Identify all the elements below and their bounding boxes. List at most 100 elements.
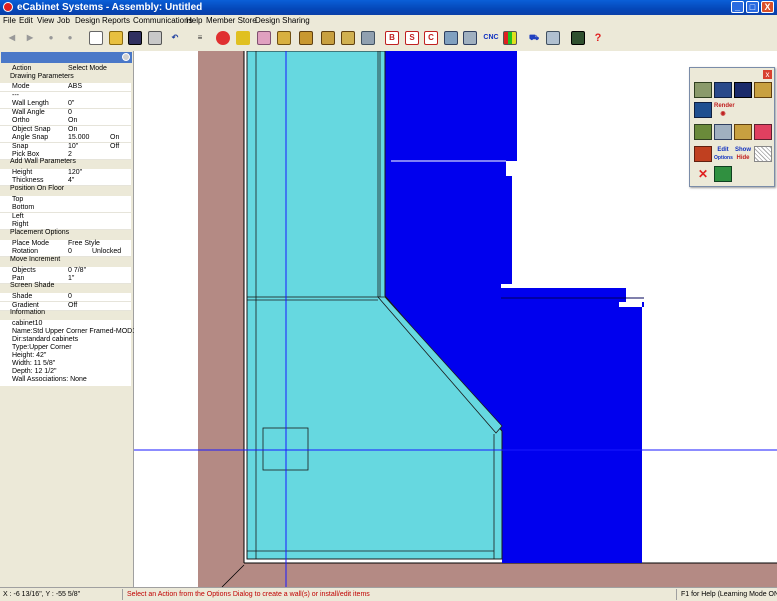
cursor-coordinates: X : -6 13/16", Y : -55 5/8" — [3, 591, 81, 598]
delete-icon[interactable]: ✕ — [694, 166, 712, 182]
render-icon[interactable] — [571, 31, 585, 45]
bottom-row[interactable]: Bottom — [0, 204, 131, 213]
show-hide-icon[interactable]: Show Hide — [734, 146, 752, 162]
help-status: F1 for Help (Learning Mode ON) — [681, 591, 777, 598]
image-icon[interactable] — [734, 124, 752, 140]
back-icon[interactable]: ◀ — [5, 31, 19, 45]
report-s-icon[interactable]: S — [405, 31, 419, 45]
material-icon[interactable] — [754, 124, 772, 140]
report-c-icon[interactable]: C — [424, 31, 438, 45]
layer-icon[interactable] — [277, 31, 291, 45]
screen-shade-header: Screen Shade — [10, 282, 55, 289]
floor-plan-drawing[interactable] — [134, 51, 777, 587]
pin-icon[interactable] — [122, 53, 130, 61]
export-icon[interactable] — [444, 31, 458, 45]
cabinet-wide-icon[interactable] — [734, 82, 752, 98]
status-separator — [676, 589, 677, 600]
info-line: Type:Upper Corner — [12, 344, 72, 351]
bottom-wall — [198, 563, 777, 587]
status-separator — [122, 589, 123, 600]
window-title: eCabinet Systems - Assembly: Untitled — [17, 2, 203, 13]
angle-snap-row[interactable]: Angle Snap 15.000 On — [0, 134, 131, 143]
color-icon[interactable] — [503, 31, 517, 45]
cabinet-grid-2-icon[interactable] — [361, 31, 375, 45]
doors-icon[interactable] — [694, 124, 712, 140]
status-bar: X : -6 13/16", Y : -55 5/8" Select an Ac… — [0, 587, 777, 601]
mode-row[interactable]: Mode ABS — [0, 83, 131, 92]
info-line: cabinet10 — [12, 320, 43, 327]
wall-length-row[interactable]: Wall Length 0" — [0, 100, 131, 109]
help-icon[interactable]: ? — [591, 31, 605, 45]
align-icon[interactable]: ≡ — [193, 31, 207, 45]
render-eye-icon[interactable]: Render ◉ — [714, 102, 735, 118]
palette-close-button[interactable]: x — [763, 70, 772, 79]
cnc-icon[interactable]: CNC — [482, 31, 500, 45]
edit-options-label: Options — [714, 155, 733, 161]
ortho-row[interactable]: Ortho On — [0, 117, 131, 126]
position-on-floor-header: Position On Floor — [10, 185, 65, 192]
menu-view[interactable]: View — [37, 15, 54, 27]
left-wall — [198, 51, 244, 587]
menu-help[interactable]: Help — [186, 15, 202, 27]
menu-reports[interactable]: Reports — [102, 15, 130, 27]
refresh-icon[interactable]: ● — [63, 31, 77, 45]
title-bar: eCabinet Systems - Assembly: Untitled _ … — [0, 0, 777, 15]
export-2-icon[interactable] — [463, 31, 477, 45]
show-label: Show — [735, 147, 751, 153]
edit-tool-icon[interactable] — [754, 82, 772, 98]
cabinet-grid-icon[interactable] — [341, 31, 355, 45]
measure-tool-icon[interactable] — [694, 146, 712, 162]
shade-row[interactable]: Shade 0 — [0, 293, 131, 302]
menu-bar: File Edit View Job Design Reports Commun… — [0, 15, 777, 27]
menu-file[interactable]: File — [3, 15, 16, 27]
info-line: Depth: 12 1/2" — [12, 368, 57, 375]
menu-communications[interactable]: Communications — [133, 15, 193, 27]
cabinet-icon[interactable] — [299, 31, 313, 45]
undo-icon[interactable]: ↶ — [168, 31, 182, 45]
forward-icon[interactable]: ▶ — [23, 31, 37, 45]
minimize-button[interactable]: _ — [731, 1, 744, 13]
camera-icon[interactable] — [714, 166, 732, 182]
share-icon[interactable] — [546, 31, 560, 45]
cabinet-dark-ledge — [501, 288, 626, 302]
cabinet-group-icon[interactable] — [321, 31, 335, 45]
wall-tool-icon[interactable] — [694, 102, 712, 118]
new-icon[interactable] — [89, 31, 103, 45]
menu-edit[interactable]: Edit — [19, 15, 33, 27]
info-line: Name:Std Upper Corner Framed-MOD1 — [12, 328, 137, 335]
paint-icon[interactable] — [216, 31, 230, 45]
menu-member-store[interactable]: Member Store — [206, 15, 257, 27]
print-icon[interactable] — [148, 31, 162, 45]
room-icon[interactable] — [714, 124, 732, 140]
menu-job[interactable]: Job — [57, 15, 70, 27]
information-header: Information — [10, 309, 46, 316]
drawing-canvas[interactable] — [134, 51, 777, 587]
info-line: Width: 11 5/8" — [12, 360, 56, 367]
edit-options-icon[interactable]: Edit Options — [714, 146, 733, 162]
info-line: Dir:standard cabinets — [12, 336, 79, 343]
report-b-icon[interactable]: B — [385, 31, 399, 45]
menu-design[interactable]: Design — [75, 15, 100, 27]
open-icon[interactable] — [109, 31, 123, 45]
cart-icon[interactable]: ⛟ — [527, 31, 541, 45]
options-panel: Action Select Mode Drawing Parameters Mod… — [0, 51, 137, 587]
menu-design-sharing[interactable]: Design Sharing — [255, 15, 310, 27]
cabinet-tool-icon[interactable] — [694, 82, 712, 98]
add-wall-parameters-header: Add Wall Parameters — [10, 158, 76, 165]
toolbar: ◀ ▶ ● ● ↶ ≡ B S C CNC ⛟ ? — [0, 27, 777, 52]
stop-icon[interactable]: ● — [44, 31, 58, 45]
app-icon[interactable] — [3, 2, 13, 12]
cabinet-drawer-icon[interactable] — [714, 82, 732, 98]
close-button[interactable]: X — [761, 1, 774, 13]
draw-icon[interactable] — [257, 31, 271, 45]
placement-options-header: Placement Options — [10, 229, 70, 236]
save-icon[interactable] — [128, 31, 142, 45]
status-message: Select an Action from the Options Dialog… — [127, 591, 370, 598]
maximize-button[interactable]: □ — [746, 1, 759, 13]
measure-icon[interactable] — [236, 31, 250, 45]
info-line: Height: 42" — [12, 352, 47, 359]
pattern-icon[interactable] — [754, 146, 772, 162]
action-row[interactable]: Action Select Mode — [0, 65, 131, 73]
hide-label: Hide — [736, 155, 750, 161]
options-panel-header — [1, 52, 132, 63]
